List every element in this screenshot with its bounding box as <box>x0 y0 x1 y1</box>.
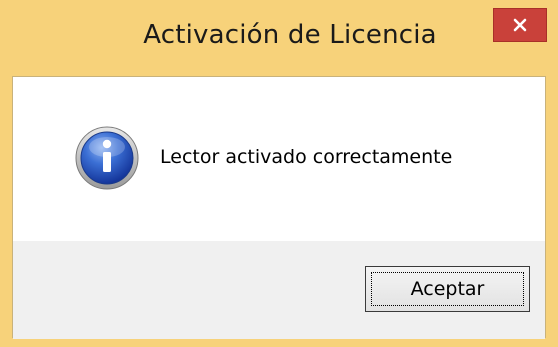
window-title: Activación de Licencia <box>143 20 437 50</box>
close-button[interactable] <box>493 8 547 42</box>
dialog-client-area: Lector activado correctamente Aceptar <box>12 76 546 339</box>
title-bar[interactable]: Activación de Licencia <box>0 0 558 76</box>
dialog-window: Activación de Licencia Lector activado c… <box>0 0 558 347</box>
button-bar: Aceptar <box>13 241 545 339</box>
close-icon <box>513 18 527 32</box>
info-icon <box>75 126 139 190</box>
accept-button-label: Aceptar <box>371 272 524 306</box>
accept-button[interactable]: Aceptar <box>365 266 530 312</box>
message-area: Lector activado correctamente <box>13 77 545 241</box>
message-text: Lector activado correctamente <box>160 146 453 168</box>
